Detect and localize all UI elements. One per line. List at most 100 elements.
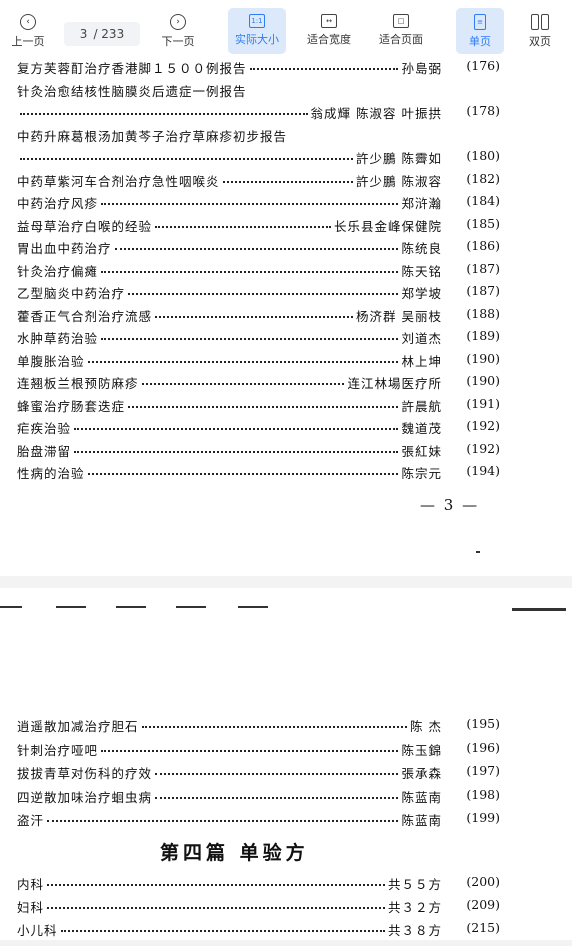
toc-leader bbox=[20, 113, 308, 115]
toc-entry-title: 中药草紫河车合剂治疗急性咽喉炎 bbox=[17, 173, 220, 189]
prev-page-button[interactable]: ‹ 上一页 bbox=[6, 8, 50, 54]
toc-leader bbox=[87, 360, 399, 363]
toc-entry-author: 陈天铭 bbox=[401, 263, 442, 279]
single-page-button[interactable]: ≡ 单页 bbox=[456, 8, 504, 54]
toc-entry-page: (192) bbox=[466, 440, 500, 456]
double-page-button[interactable]: 双页 bbox=[516, 8, 564, 54]
fit-page-icon: □ bbox=[393, 14, 409, 28]
toc-entry-author: 陈蓝南 bbox=[401, 813, 442, 828]
page-indicator[interactable]: 3 / 233 bbox=[64, 22, 140, 46]
toc-entry-author: 共３２方 bbox=[387, 900, 442, 915]
toc-entry: 翁成輝 陈淑容 叶振拱 bbox=[17, 103, 442, 122]
toc-entry: 性病的治验 陈宗元 bbox=[17, 463, 442, 482]
toc-entry-author: 郑学坡 bbox=[401, 286, 442, 301]
toc-entry-page: (194) bbox=[466, 463, 500, 478]
double-page-icon bbox=[531, 14, 549, 30]
document-page-3: 复方芙蓉酊治疗香港脚１５００例报告 孙島弼 (176) 针灸治愈结核性脑膜炎后遗症一例… bbox=[0, 58, 572, 576]
actual-size-button[interactable]: 1:1 实际大小 bbox=[228, 8, 286, 54]
toc-entry-page: (186) bbox=[466, 238, 500, 253]
next-page-button[interactable]: › 下一页 bbox=[156, 8, 200, 54]
toc-entry-title: 单腹胀治验 bbox=[17, 353, 85, 369]
page-current-input[interactable]: 3 bbox=[80, 27, 88, 41]
toc-leader bbox=[114, 248, 399, 250]
toc-entry-page: (209) bbox=[466, 897, 500, 912]
toc-entry: 针灸治疗偏瘫 陈天铭 bbox=[17, 261, 442, 280]
toc-entry-title: 针刺治疗哑吧 bbox=[17, 742, 99, 758]
toc-entry: 针灸治愈结核性脑膜炎后遗症一例报告 bbox=[17, 81, 442, 100]
toc-entry: 許少鵬 陈霽如 bbox=[17, 148, 442, 167]
toc-entry-page: (187) bbox=[466, 260, 500, 276]
toc-entry: 疟疾治验 魏道茂 bbox=[17, 418, 442, 437]
toc-entry: 乙型脑炎中药治疗 郑学坡 bbox=[17, 283, 442, 302]
toc-entry-title: 蜂蜜治疗肠套迭症 bbox=[17, 398, 126, 414]
toc-entry: 藿香正气合剂治疗流感 杨济群 吴丽枝 bbox=[17, 306, 442, 325]
toc-entry-author: 杨济群 吴丽枝 bbox=[356, 308, 442, 324]
prev-page-label: 上一页 bbox=[11, 35, 45, 48]
toc-leader bbox=[155, 796, 399, 799]
actual-size-icon: 1:1 bbox=[249, 14, 265, 28]
chevron-left-icon: ‹ bbox=[20, 14, 36, 30]
toc-entry: 单腹胀治验 林上坤 bbox=[17, 351, 442, 370]
toc-entry: 盗汗 陈蓝南 bbox=[17, 810, 442, 829]
toc-entry-title: 内科 bbox=[17, 877, 45, 892]
toc-entry-title: 性病的治验 bbox=[17, 466, 85, 481]
toc-entry: 中药治疗风疹 郑浒瀚 bbox=[17, 193, 442, 212]
toc-entry-title: 中药升麻葛根汤加黄芩子治疗草麻疹初步报告 bbox=[17, 128, 288, 144]
fit-page-button[interactable]: □ 适合页面 bbox=[372, 8, 430, 54]
toc-leader bbox=[155, 225, 331, 228]
document-page-4: 逍遥散加减治疗胆石 陈 杰 (195) 针刺治疗哑吧 陈玉錦 (196) 拔拔青草对伤科的疗… bbox=[0, 588, 572, 940]
toc-entry: 内科 共５５方 bbox=[17, 874, 442, 893]
toc-entry-author: 刘道杰 bbox=[401, 331, 442, 346]
toc-entry-page: (197) bbox=[466, 763, 500, 778]
toc-leader bbox=[101, 749, 399, 752]
toc-leader bbox=[222, 180, 354, 183]
single-page-icon: ≡ bbox=[474, 14, 486, 30]
toc-entry-author: 許少鵬 陈霽如 bbox=[356, 151, 442, 166]
toc-entry-page: (188) bbox=[466, 305, 500, 321]
toc-leader bbox=[101, 270, 399, 273]
toc-entry-title: 疟疾治验 bbox=[17, 421, 72, 436]
toc-entry-page: (187) bbox=[466, 283, 500, 298]
chevron-right-icon: › bbox=[170, 14, 186, 30]
toc-entry-page: (190) bbox=[466, 373, 500, 388]
toc-entry-title: 水肿草药治验 bbox=[17, 331, 99, 346]
toc-leader bbox=[20, 158, 354, 160]
toc-entry-author: 共３８方 bbox=[387, 923, 442, 938]
toc-entry: 蜂蜜治疗肠套迭症 許晨航 bbox=[17, 396, 442, 415]
toc-entry-author: 魏道茂 bbox=[401, 421, 442, 436]
toc-leader bbox=[155, 773, 399, 775]
toc-entry-page: (191) bbox=[466, 395, 500, 411]
toc-entry-author: 陈蓝南 bbox=[401, 789, 442, 805]
toc-entry: 中药草紫河车合剂治疗急性咽喉炎 許少鵬 陈淑容 bbox=[17, 171, 442, 190]
toc-entry: 益母草治疗白喉的经验 长乐县金峰保健院 bbox=[17, 216, 442, 235]
toc-entry-author: 孙島弼 bbox=[401, 61, 442, 76]
toc-entry-author: 陈 杰 bbox=[410, 719, 442, 734]
fit-width-button[interactable]: ↔ 适合宽度 bbox=[300, 8, 358, 54]
toc-entry-page: (185) bbox=[466, 215, 500, 231]
toc-entry-author: 許晨航 bbox=[401, 398, 442, 414]
toc-entry-page: (195) bbox=[466, 716, 500, 731]
toc-entry-page: (196) bbox=[466, 739, 500, 755]
toc-leader bbox=[74, 428, 399, 430]
toc-entry-title: 四逆散加味治疗蛔虫病 bbox=[17, 789, 153, 805]
toc-entry-title: 乙型脑炎中药治疗 bbox=[17, 286, 126, 301]
toc-entry: 连翘板兰根预防麻疹 连江林場医疗所 bbox=[17, 373, 442, 392]
page-total: / 233 bbox=[93, 27, 125, 41]
toc-entry: 胃出血中药治疗 陈统良 bbox=[17, 238, 442, 257]
toc-entry-author: 连江林場医疗所 bbox=[347, 376, 442, 391]
toc-entry: 四逆散加味治疗蛔虫病 陈蓝南 bbox=[17, 787, 442, 806]
section-title: 第四篇 单验方 bbox=[160, 842, 309, 864]
toc-entry-title: 连翘板兰根预防麻疹 bbox=[17, 376, 139, 391]
toc-entry-page: (180) bbox=[466, 148, 500, 163]
toc-entry: 针刺治疗哑吧 陈玉錦 bbox=[17, 740, 442, 759]
toc-entry: 复方芙蓉酊治疗香港脚１５００例报告 孙島弼 bbox=[17, 58, 442, 77]
actual-size-label: 实际大小 bbox=[235, 33, 279, 46]
next-page-label: 下一页 bbox=[161, 35, 195, 48]
toc-entry-title: 益母草治疗白喉的经验 bbox=[17, 218, 153, 234]
toc-entry-title: 小儿科 bbox=[17, 923, 58, 938]
toc-entry-author: 張紅妹 bbox=[401, 443, 442, 459]
toc-entry-title: 胎盘滞留 bbox=[17, 443, 72, 459]
toc-leader bbox=[141, 383, 345, 385]
toc-entry-page: (192) bbox=[466, 418, 500, 433]
toc-leader bbox=[128, 293, 399, 295]
